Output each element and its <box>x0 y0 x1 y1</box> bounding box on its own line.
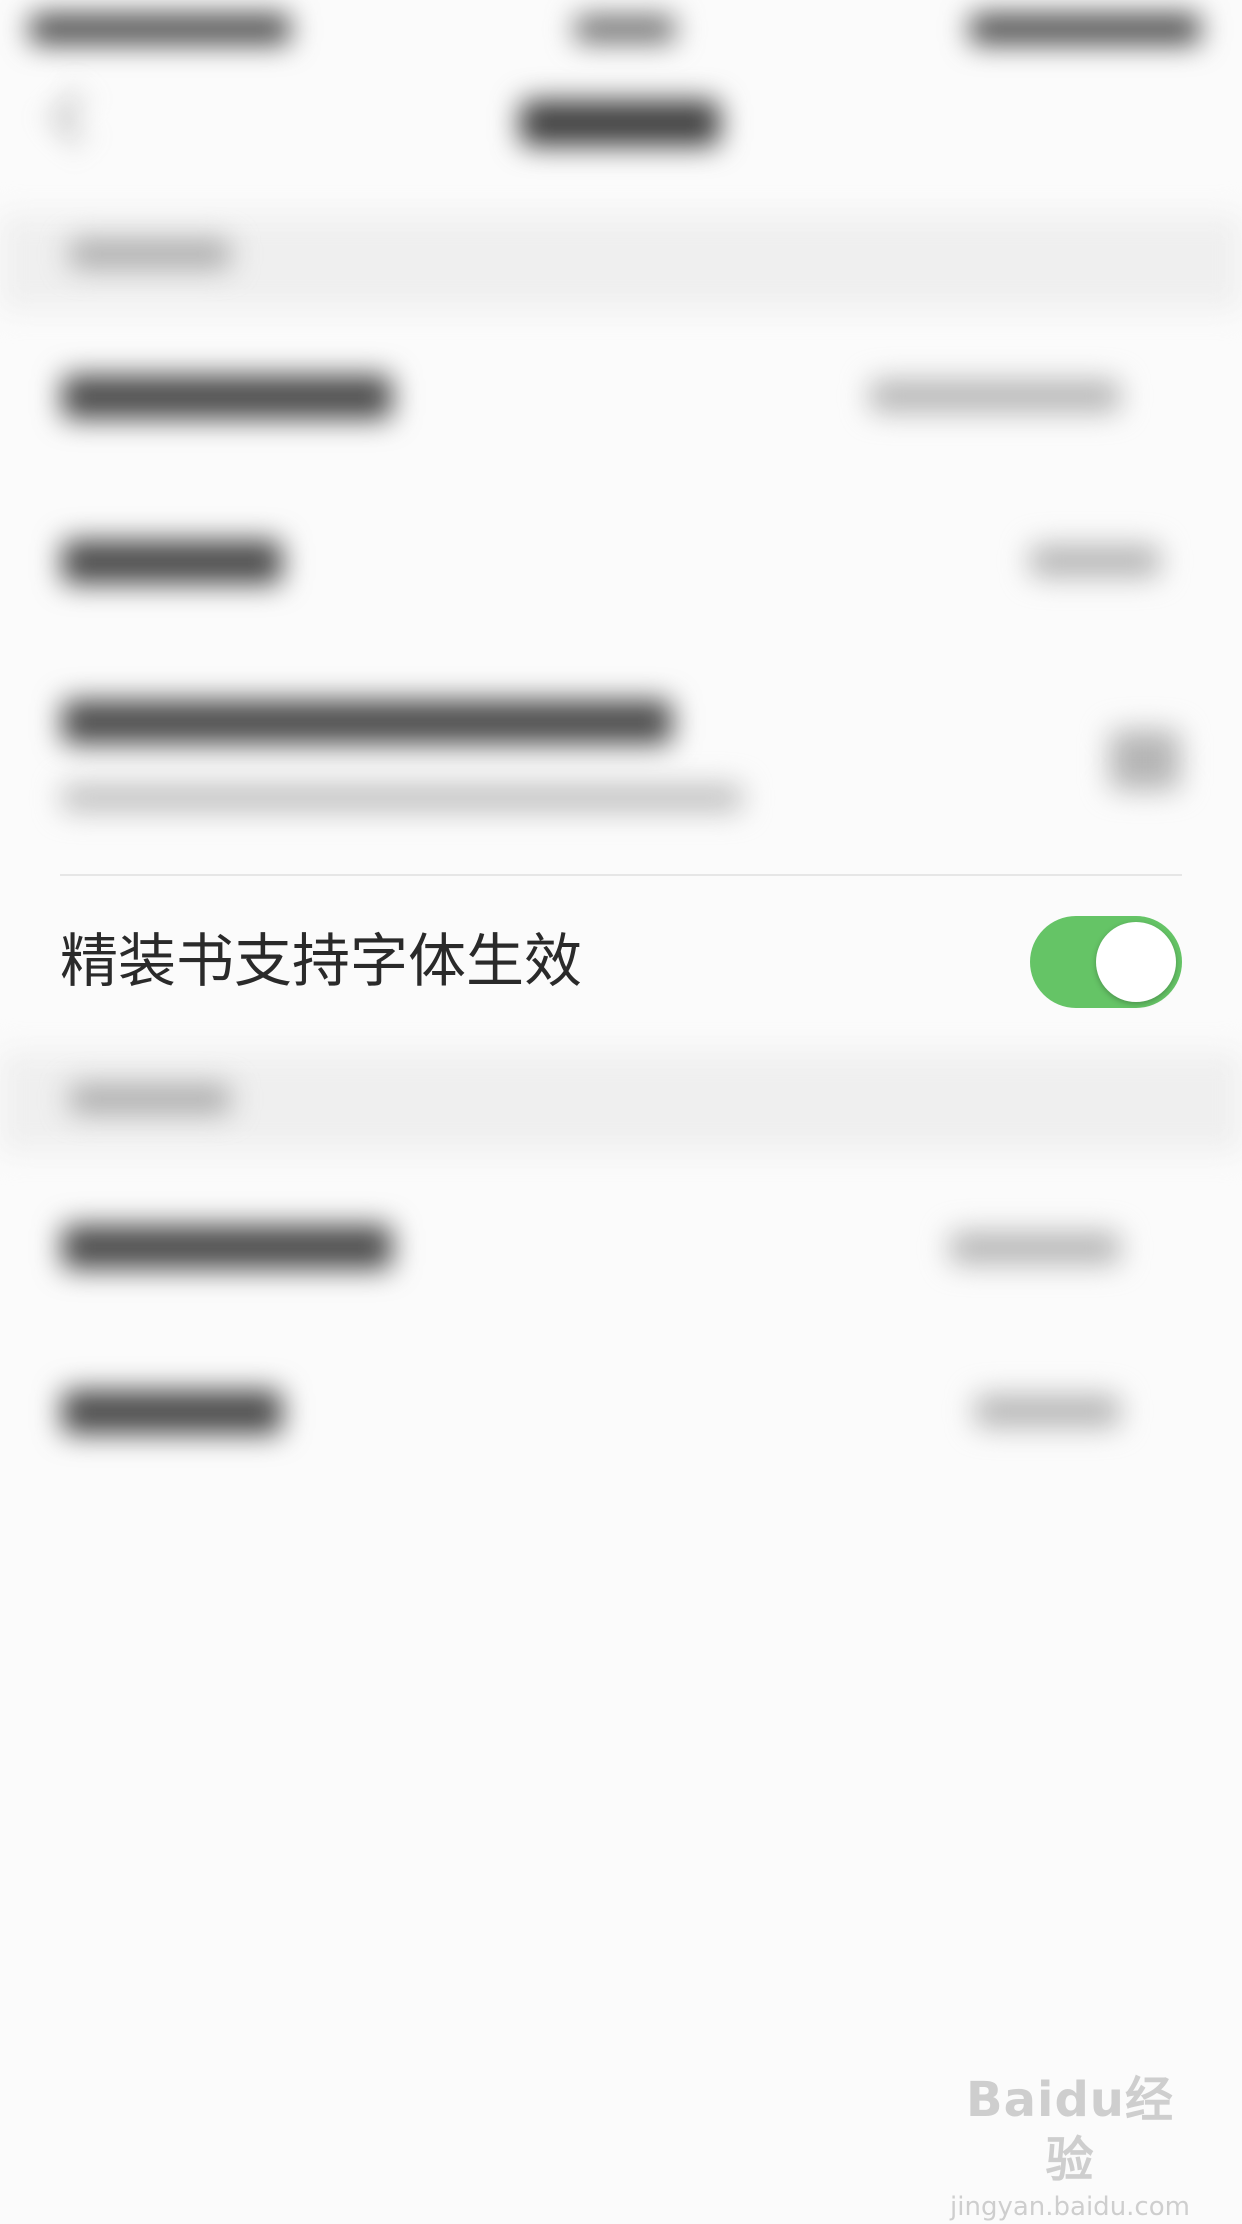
setting-row-4-value[interactable] <box>950 1232 1120 1264</box>
setting-row-2-value[interactable] <box>1030 545 1160 577</box>
setting-row-3-control[interactable] <box>1110 730 1180 790</box>
setting-row-3-label[interactable] <box>62 700 672 744</box>
setting-row-3-subtitle <box>62 785 742 811</box>
watermark-url: jingyan.baidu.com <box>950 2192 1190 2222</box>
status-time <box>575 16 675 42</box>
toggle-knob[interactable] <box>1096 922 1176 1002</box>
setting-row-1-value[interactable] <box>870 380 1120 412</box>
setting-row-1-label[interactable] <box>62 375 392 419</box>
setting-row-5-value[interactable] <box>975 1395 1120 1427</box>
setting-row-4-label[interactable] <box>62 1225 392 1269</box>
setting-row-5-label[interactable] <box>62 1390 282 1434</box>
status-left-info <box>30 14 290 44</box>
setting-row-2-label[interactable] <box>62 540 282 584</box>
section-header-2-label <box>70 1085 230 1113</box>
setting-label: 精装书支持字体生效 <box>60 927 583 995</box>
page-title <box>520 100 720 146</box>
watermark: Baidu经验 jingyan.baidu.com <box>950 2070 1190 2222</box>
status-bar <box>0 0 1242 60</box>
font-effect-toggle[interactable] <box>1030 916 1182 1008</box>
status-right-info <box>970 14 1200 44</box>
section-header-1-label <box>70 240 230 268</box>
setting-row-font-effect: 精装书支持字体生效 <box>0 876 1242 1046</box>
watermark-logo: Baidu经验 <box>966 2072 1174 2188</box>
